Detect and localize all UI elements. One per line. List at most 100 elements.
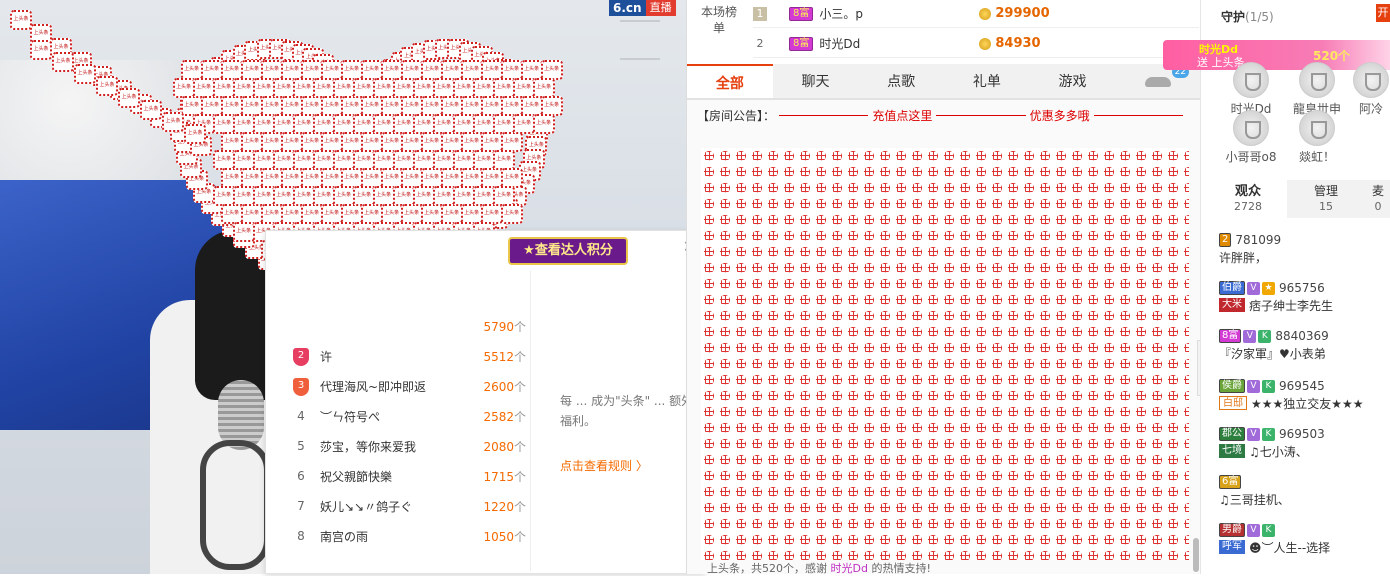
- leaderboard-row[interactable]: 1 8富 小三。p 299900: [753, 0, 1199, 28]
- rank-number: 2: [286, 347, 316, 366]
- family-tag: 白邸: [1219, 396, 1247, 410]
- rank-row[interactable]: 8 南宫の雨 1050个: [286, 521, 526, 551]
- guard-member[interactable]: 时光Dd: [1221, 62, 1281, 117]
- audience-name: 『汐家軍』♥小表弟: [1219, 346, 1326, 361]
- headline-sign-icon: 上头条: [280, 60, 303, 80]
- headline-sign-icon: 上头条: [460, 132, 483, 152]
- headline-sign-icon: 上头条: [272, 78, 295, 98]
- rank-row[interactable]: 2 许 5512个: [286, 341, 526, 371]
- guard-member[interactable]: 龍皇丗申: [1287, 62, 1347, 117]
- tab-admins[interactable]: 管理 15: [1287, 180, 1365, 218]
- leaderboard-row[interactable]: 2 8富 时光Dd 84930: [753, 30, 1199, 58]
- guard-member[interactable]: 阿冷: [1351, 62, 1390, 117]
- notice-recharge-link[interactable]: 充值点这里: [872, 107, 932, 124]
- coin-icon: [979, 37, 992, 50]
- site-logo[interactable]: 6.cn 直播: [609, 0, 676, 16]
- tab-chat[interactable]: 聊天: [773, 64, 859, 98]
- headline-sign-icon: 上头条: [372, 186, 395, 206]
- car-icon: [1145, 77, 1172, 87]
- room-notice: 【房间公告】： 充值点这里 优惠多多哦: [697, 106, 1187, 124]
- tab-mic[interactable]: 麦0: [1365, 180, 1390, 218]
- headline-sign-icon: 上头条: [540, 96, 563, 116]
- guard-title-text: 守护: [1221, 10, 1246, 24]
- noble-title-badge: 2: [1219, 233, 1232, 247]
- headline-sign-icon: 上头条: [440, 132, 463, 152]
- avatar: [1299, 110, 1335, 146]
- chat-panel: 本场榜单 1 8富 小三。p 299900 2 8富 时光Dd 84930 全部…: [686, 0, 1201, 575]
- logo-text: 6.cn: [609, 0, 646, 16]
- leaderboard-name: 小三。p: [819, 7, 863, 21]
- headline-sign-icon: 上头条: [212, 114, 235, 134]
- notice-line: [936, 114, 1026, 116]
- headline-sign-icon: 上头条: [400, 168, 423, 188]
- headline-sign-icon: 上头条: [220, 60, 243, 80]
- rank-row[interactable]: 5790个: [286, 311, 526, 341]
- headline-sign-icon: 上头条: [500, 204, 523, 224]
- gift-sender-name[interactable]: 时光Dd: [831, 562, 868, 575]
- tab-all[interactable]: 全部: [687, 64, 773, 98]
- headline-sign-icon: 上头条: [480, 204, 503, 224]
- audience-item[interactable]: 2 781099 许胖胖，: [1219, 232, 1389, 266]
- tab-song-request[interactable]: 点歌: [858, 64, 944, 98]
- headline-sign-icon: 上头条: [232, 78, 255, 98]
- microphone-arm: [200, 440, 270, 570]
- tab-games[interactable]: 游戏: [1030, 64, 1116, 98]
- headline-sign-icon: 上头条: [280, 168, 303, 188]
- guard-member[interactable]: 燚虹！: [1287, 110, 1347, 165]
- audience-item[interactable]: 侯爵 V K 969545 白邸 ★★★独立交友★★★: [1219, 378, 1389, 412]
- rank-row[interactable]: 7 妖儿↘↘〃鸽子ぐ 1220个: [286, 491, 526, 521]
- tab-audience[interactable]: 观众 2728: [1209, 180, 1287, 218]
- popup-divider: [530, 271, 531, 571]
- view-talent-points-button[interactable]: ★查看达人积分: [508, 237, 628, 265]
- rank-row[interactable]: 6 祝父親節快樂 1715个: [286, 461, 526, 491]
- headline-sign-icon: 上头条: [420, 168, 443, 188]
- rank-count: 2582个: [483, 409, 526, 424]
- video-background-door: [620, 20, 660, 60]
- headline-sign-icon: 上头条: [260, 96, 283, 116]
- headline-sign-icon: 上头条: [240, 168, 263, 188]
- audience-item[interactable]: 郡公 V K 969503 七境 ♫七小涛、: [1219, 426, 1389, 460]
- rank-row[interactable]: 5 莎宝，等你来爱我 2080个: [286, 431, 526, 461]
- guard-shield-icon: [1233, 110, 1269, 146]
- headline-sign-icon: 上头条: [280, 204, 303, 224]
- audience-item[interactable]: 伯爵 V ★ 965756 大米 痞子绅士李先生: [1219, 280, 1389, 314]
- wealth-badge: 8富: [789, 6, 814, 21]
- rank-row[interactable]: 4 ︶ㄣ符号ぺ 2582个: [286, 401, 526, 431]
- headline-sign-icon: 上头条: [300, 168, 323, 188]
- rank-number: 6: [297, 469, 305, 483]
- headline-sign-icon: 上头条: [472, 114, 495, 134]
- headline-sign-icon: 上头条: [520, 96, 543, 116]
- headline-sign-icon: 上头条: [400, 60, 423, 80]
- wealth-badge: 8富: [789, 36, 814, 51]
- headline-gift-wall: [701, 148, 1189, 560]
- rank-count: 2600个: [483, 379, 526, 394]
- view-rules-link[interactable]: 点击查看规则 〉: [560, 457, 648, 474]
- audience-item[interactable]: 8富 V K 8840369 『汐家軍』♥小表弟: [1219, 328, 1389, 362]
- headline-sign-icon: 上头条: [340, 60, 363, 80]
- headline-sign-icon: 上头条: [532, 114, 555, 134]
- chat-scrollbar[interactable]: [1193, 538, 1199, 572]
- audience-item[interactable]: 男爵 V K 呼军 ☻︶人生--选择: [1219, 522, 1389, 556]
- guard-member-name: 阿冷: [1358, 102, 1383, 116]
- leaderboard-title: 本场榜单: [701, 5, 738, 35]
- headline-sign-icon: 上头条: [172, 78, 195, 98]
- headline-sign-icon: 上头条: [332, 150, 355, 170]
- headline-sign-icon: 上头条: [240, 132, 263, 152]
- tab-gift-list[interactable]: 礼单: [944, 64, 1030, 98]
- headline-sign-icon: 上头条: [140, 100, 162, 120]
- open-guard-button[interactable]: 开: [1376, 4, 1390, 22]
- audience-item[interactable]: 6富 ♫三哥挂机、: [1219, 474, 1389, 508]
- guard-member-name: 小哥哥o8: [1225, 150, 1277, 164]
- headline-sign-icon: 上头条: [440, 60, 463, 80]
- headline-sign-icon: 上头条: [472, 78, 495, 98]
- guard-member[interactable]: 小哥哥o8: [1221, 110, 1281, 165]
- rank-list: 5790个 2 许 5512个 3 代理海风~即冲即返 2600个 4 ︶ㄣ符号ぺ 2582个 5 莎…: [286, 311, 526, 551]
- noble-title-badge: 郡公: [1219, 427, 1245, 441]
- notice-discount-link[interactable]: 优惠多多哦: [1030, 107, 1090, 124]
- headline-sign-icon: 上头条: [312, 114, 335, 134]
- rank-row[interactable]: 3 代理海风~即冲即返 2600个: [286, 371, 526, 401]
- headline-sign-icon: 上头条: [320, 60, 343, 80]
- headline-sign-icon: 上头条: [74, 64, 96, 84]
- headline-sign-icon: 上头条: [360, 132, 383, 152]
- k-badge-icon: K: [1262, 379, 1275, 393]
